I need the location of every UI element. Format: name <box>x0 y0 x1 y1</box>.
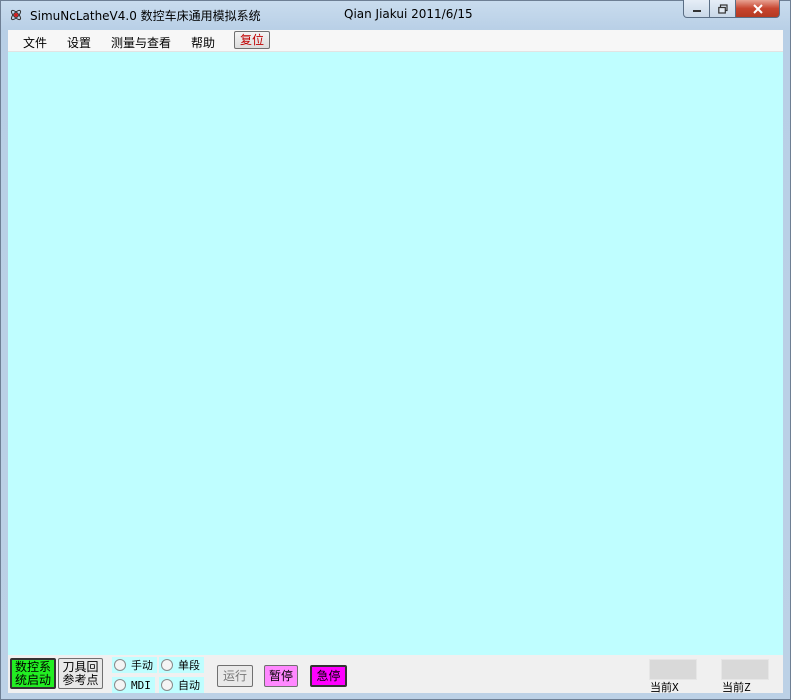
maximize-icon <box>717 3 728 14</box>
mode-manual-radio[interactable]: 手动 <box>112 657 157 673</box>
pause-button[interactable]: 暂停 <box>264 665 298 687</box>
minimize-button[interactable] <box>683 0 710 18</box>
window-controls <box>683 0 780 20</box>
reset-button[interactable]: 复位 <box>234 31 270 49</box>
mode-single-block-label: 单段 <box>178 659 200 672</box>
radio-circle <box>114 679 126 691</box>
current-x-field <box>649 659 697 680</box>
radio-circle <box>161 679 173 691</box>
window-title: SimuNcLatheV4.0 数控车床通用模拟系统 <box>30 9 261 23</box>
menu-help[interactable]: 帮助 <box>191 34 215 51</box>
emergency-stop-button[interactable]: 急停 <box>310 665 347 687</box>
tool-home-label: 刀具回 参考点 <box>62 659 99 687</box>
cnc-start-label: 数控系 统启动 <box>14 659 51 687</box>
mode-mdi-radio[interactable]: MDI <box>112 677 155 693</box>
simulation-canvas[interactable] <box>8 52 783 655</box>
current-x-label: 当前X <box>650 681 679 694</box>
current-z-field <box>721 659 769 680</box>
mode-manual-label: 手动 <box>131 659 153 672</box>
cnc-start-button[interactable]: 数控系 统启动 <box>10 658 56 689</box>
close-button[interactable] <box>736 0 780 18</box>
current-z-label: 当前Z <box>722 681 751 694</box>
mode-single-block-radio[interactable]: 单段 <box>159 657 204 673</box>
mode-auto-label: 自动 <box>178 679 200 692</box>
close-icon <box>752 3 763 14</box>
radio-circle <box>114 659 126 671</box>
menu-file[interactable]: 文件 <box>23 34 47 51</box>
run-button[interactable]: 运行 <box>217 665 253 687</box>
mode-mdi-label: MDI <box>131 678 151 692</box>
mode-auto-radio[interactable]: 自动 <box>159 677 204 693</box>
menu-settings[interactable]: 设置 <box>67 34 91 51</box>
control-panel: 数控系 统启动 刀具回 参考点 手动 单段 MDI 自动 运行 暂停 急停 当前… <box>8 655 783 694</box>
menu-measure-view[interactable]: 测量与查看 <box>111 34 171 51</box>
mode-group: 手动 单段 MDI 自动 <box>112 657 208 693</box>
radio-circle <box>161 659 173 671</box>
tool-home-button[interactable]: 刀具回 参考点 <box>58 658 103 689</box>
window-author: Qian Jiakui 2011/6/15 <box>344 7 473 21</box>
menu-bar: 文件 设置 测量与查看 帮助 复位 <box>8 30 783 52</box>
atom-icon <box>10 9 22 21</box>
minimize-icon <box>692 9 701 12</box>
maximize-button[interactable] <box>710 0 736 18</box>
title-bar[interactable]: SimuNcLatheV4.0 数控车床通用模拟系统 Qian Jiakui 2… <box>0 0 791 30</box>
